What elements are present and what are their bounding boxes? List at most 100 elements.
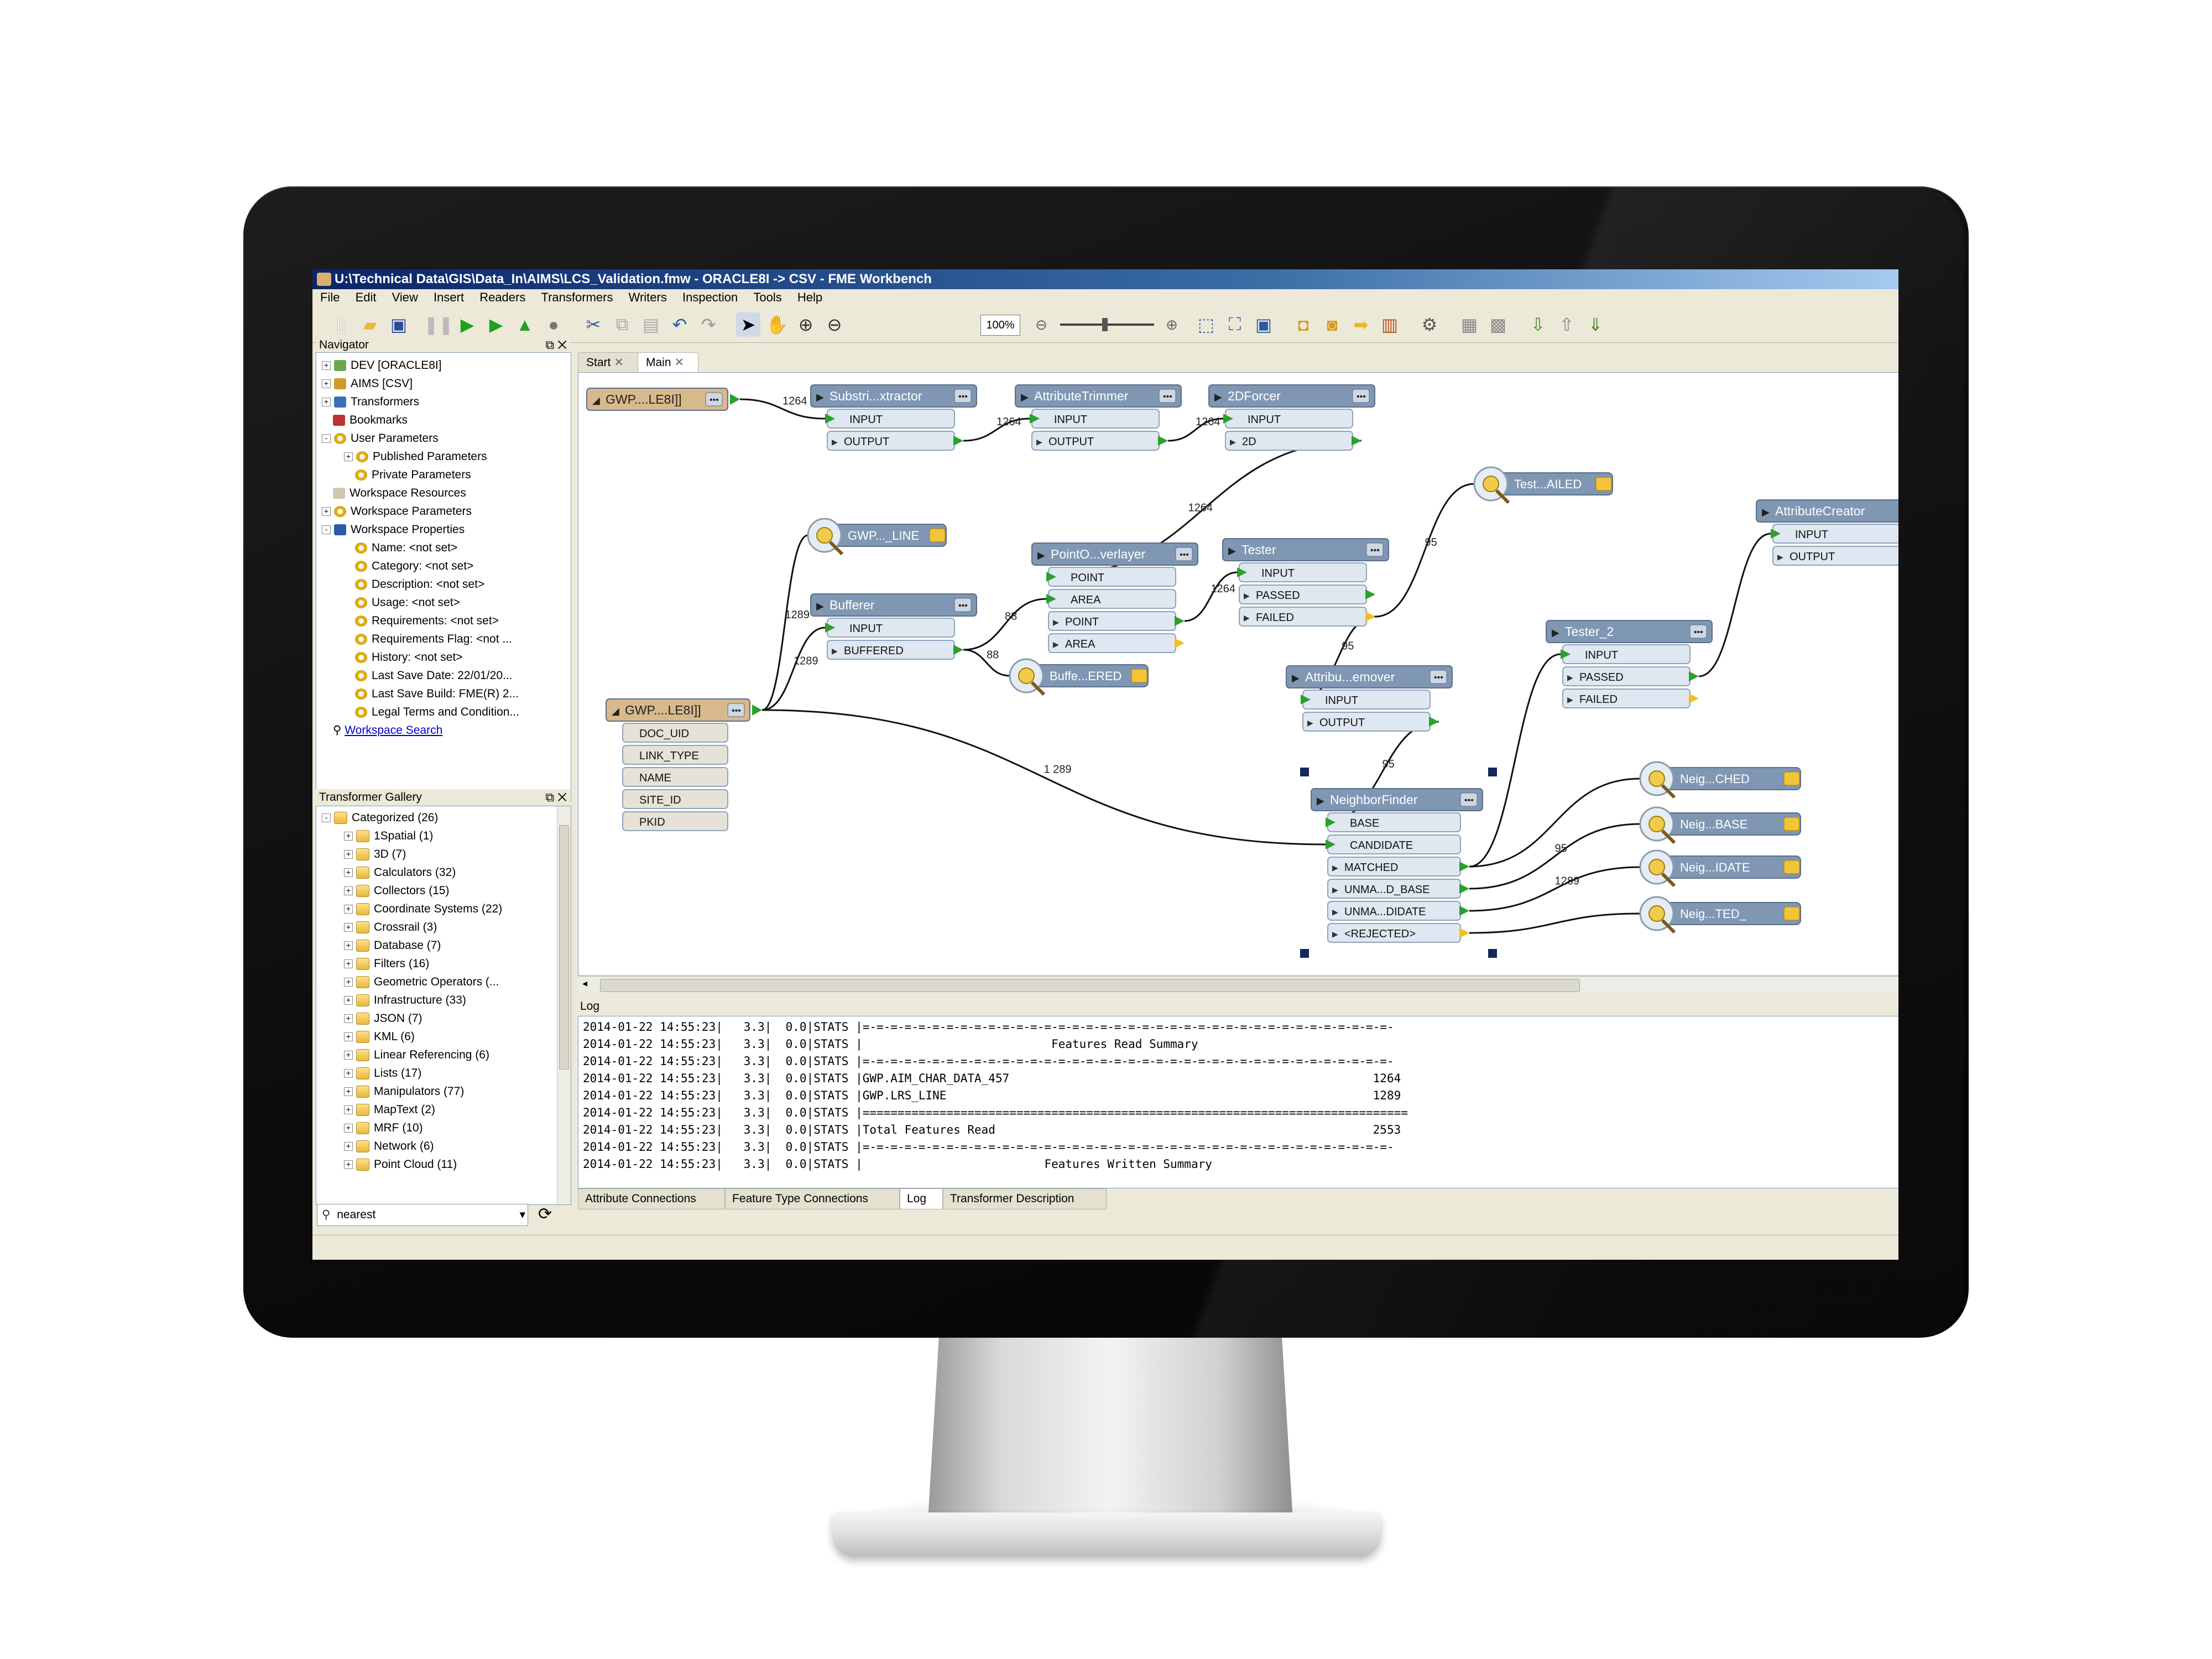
expand-triangle-icon[interactable]: ▶	[1552, 627, 1559, 638]
navigator-item[interactable]: + DEV [ORACLE8I]	[322, 356, 442, 374]
navigator-item[interactable]: - User Parameters	[322, 429, 439, 447]
selection-handle[interactable]	[1300, 768, 1309, 776]
gallery-category[interactable]: +1Spatial (1)	[344, 827, 433, 845]
port-expand-icon[interactable]: ▶	[1332, 885, 1338, 894]
run-icon[interactable]: ▶	[455, 312, 479, 337]
navigator-item[interactable]: + AIMS [CSV]	[322, 374, 413, 393]
node-menu-icon[interactable]	[929, 528, 946, 542]
publish-icon[interactable]: ⇓	[1583, 312, 1608, 337]
tab-main[interactable]: Main ✕	[638, 352, 698, 373]
expand-icon[interactable]: +	[322, 361, 331, 371]
zoom-window-icon[interactable]: ▣	[1251, 312, 1276, 337]
expand-icon[interactable]	[322, 489, 330, 497]
connection-line[interactable]	[1469, 653, 1561, 868]
navigator-item[interactable]: Last Save Date: 22/01/20...	[344, 666, 513, 685]
run-partial-icon[interactable]: ▲	[513, 312, 537, 337]
connection-line[interactable]	[1375, 483, 1475, 618]
select-icon[interactable]: ➤	[736, 312, 760, 337]
expand-icon[interactable]: +	[344, 978, 353, 987]
expand-icon[interactable]: +	[344, 1087, 353, 1097]
import-icon[interactable]: ⇩	[1526, 312, 1550, 337]
gallery-search-input[interactable]: ⚲ nearest ▾	[317, 1204, 528, 1226]
expand-icon[interactable]	[344, 581, 352, 588]
expand-icon[interactable]: +	[344, 996, 353, 1005]
expand-icon[interactable]: +	[344, 1105, 353, 1115]
save-icon[interactable]: ▣	[387, 312, 411, 337]
gallery-category[interactable]: + JSON (7)	[344, 1009, 422, 1027]
selection-handle[interactable]	[1488, 768, 1497, 776]
node-menu-icon[interactable]	[1783, 906, 1800, 921]
add-bookmark-icon[interactable]: ▥	[1378, 312, 1402, 337]
expand-icon[interactable]	[344, 654, 352, 661]
expand-icon[interactable]: +	[344, 1124, 353, 1133]
expand-icon[interactable]: +	[344, 1069, 353, 1078]
port-expand-icon[interactable]: ▶	[1053, 618, 1059, 627]
tab-log[interactable]: Log	[900, 1188, 943, 1209]
node-port[interactable]	[1772, 524, 1898, 544]
menu-readers[interactable]: Readers	[479, 289, 525, 306]
gallery-close-icon[interactable]: ⧉ ✕	[545, 789, 567, 806]
port-expand-icon[interactable]: ▶	[1053, 640, 1059, 649]
open-icon[interactable]: ▰	[358, 312, 382, 337]
inspect-icon[interactable]: ⚙	[1417, 312, 1442, 337]
redo-icon[interactable]: ↷	[696, 312, 721, 337]
port-expand-icon[interactable]: ▶	[1244, 613, 1250, 622]
expand-icon[interactable]: +	[344, 1160, 353, 1170]
expand-icon[interactable]	[322, 416, 330, 424]
export-icon[interactable]: ⇧	[1554, 312, 1579, 337]
workflow-node[interactable]: ▶ Substri...xtractor ••• INPUT ▶ OUTPUT	[810, 384, 977, 451]
expand-icon[interactable]: +	[344, 850, 353, 859]
menu-tools[interactable]: Tools	[753, 289, 781, 306]
zoom-slider-thumb[interactable]	[1102, 318, 1108, 331]
collapse-icon[interactable]: -	[322, 434, 331, 444]
expand-icon[interactable]	[344, 690, 352, 698]
gallery-category[interactable]: + Coordinate Systems (22)	[344, 900, 502, 918]
gallery-category[interactable]: + Geometric Operators (...	[344, 973, 499, 991]
connection-line[interactable]	[1469, 866, 1641, 912]
navigator-item[interactable]: Requirements: <not set>	[344, 612, 499, 630]
port-expand-icon[interactable]: ▶	[1332, 863, 1338, 872]
gallery-category[interactable]: +3D (7)	[344, 845, 406, 863]
expand-icon[interactable]: +	[344, 832, 353, 841]
gallery-category[interactable]: + Lists (17)	[344, 1064, 421, 1082]
navigator-item[interactable]: Legal Terms and Condition...	[344, 703, 519, 721]
expand-icon[interactable]: +	[322, 507, 331, 517]
navigator-item[interactable]: Private Parameters	[344, 466, 471, 484]
port-expand-icon[interactable]: ▶	[1307, 718, 1313, 727]
expand-icon[interactable]: +	[344, 959, 353, 969]
expand-icon[interactable]: +	[344, 923, 353, 932]
tab-attribute-connections[interactable]: Attribute Connections	[578, 1188, 725, 1209]
connection-line[interactable]	[761, 709, 1326, 846]
undo-icon[interactable]: ↶	[667, 312, 692, 337]
dropdown-arrow-icon[interactable]: ▾	[519, 1204, 525, 1225]
node-port[interactable]	[1327, 812, 1461, 832]
node-port[interactable]	[1562, 644, 1691, 664]
node-menu-icon[interactable]	[1783, 817, 1800, 831]
node-port[interactable]	[1225, 409, 1353, 429]
expand-triangle-icon[interactable]: ▶	[816, 601, 824, 612]
zoom-plus-icon[interactable]: ⊕	[1160, 312, 1184, 337]
workflow-node[interactable]: ▶ Attribu...emover ••• INPUT ▶ OUTPUT	[1286, 665, 1453, 732]
tab-transformer-description[interactable]: Transformer Description	[943, 1188, 1107, 1209]
port-expand-icon[interactable]: ▶	[1230, 437, 1236, 446]
expand-icon[interactable]: +	[344, 905, 353, 914]
workflow-node[interactable]: ▶ Tester_2 ••• INPUT ▶ PASSED ▶ FAILED	[1546, 620, 1713, 708]
workflow-node[interactable]: ▶AttributeCreator•••INPUT▶OUTPUT	[1756, 499, 1898, 566]
add-writer-icon[interactable]: ◙	[1320, 312, 1344, 337]
gallery-scroll-thumb[interactable]	[559, 825, 569, 1070]
workflow-node[interactable]: Buffe...ERED	[1009, 658, 1149, 696]
expand-icon[interactable]: +	[322, 379, 331, 389]
gallery-category[interactable]: + Calculators (32)	[344, 863, 456, 881]
workflow-node[interactable]: Neig...TED_	[1639, 896, 1801, 934]
port-expand-icon[interactable]: ▶	[832, 646, 838, 655]
navigator-item[interactable]: + Transformers	[322, 393, 419, 411]
menu-writers[interactable]: Writers	[629, 289, 667, 306]
port-expand-icon[interactable]: ▶	[1777, 552, 1783, 561]
node-port[interactable]	[622, 767, 728, 787]
tab-start[interactable]: Start ✕	[578, 352, 639, 373]
node-menu-icon[interactable]	[1131, 669, 1147, 683]
port-expand-icon[interactable]: ▶	[1244, 591, 1250, 600]
navigator-item[interactable]: History: <not set>	[344, 648, 463, 666]
navigator-item[interactable]: Name: <not set>	[344, 539, 457, 557]
navigator-item[interactable]: + Published Parameters	[344, 447, 487, 466]
